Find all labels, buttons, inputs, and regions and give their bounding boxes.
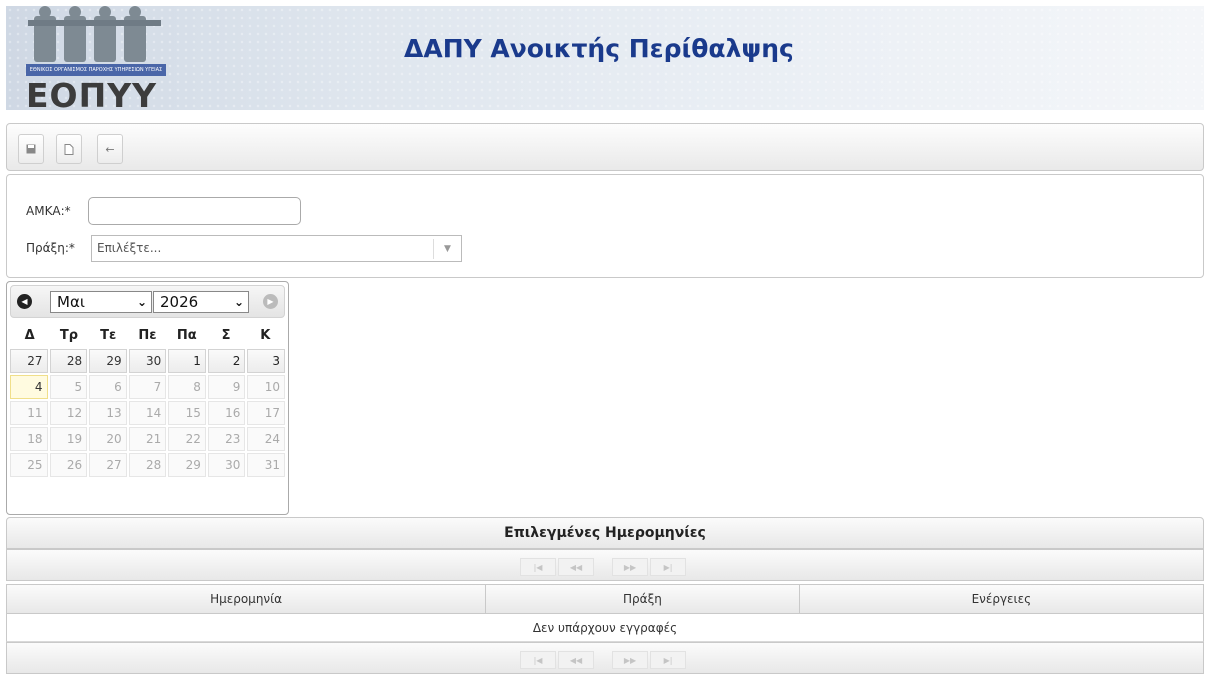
- amka-label: ΑΜΚΑ:*: [26, 204, 71, 218]
- praxi-label: Πράξη:*: [26, 241, 75, 255]
- next-page-icon[interactable]: ▶▶: [612, 651, 648, 669]
- calendar-day[interactable]: 19: [49, 427, 88, 451]
- calendar-day[interactable]: 12: [49, 401, 88, 425]
- weekday-label: Τε: [100, 328, 117, 343]
- month-value: Μαι: [57, 293, 85, 311]
- calendar-header: ◀ Μαι ⌄ 2026 ⌄ ▶: [10, 285, 285, 318]
- prev-month-icon[interactable]: ◀: [17, 294, 32, 309]
- next-month-icon[interactable]: ▶: [263, 294, 278, 309]
- calendar-day[interactable]: 29: [168, 453, 206, 477]
- calendar-day[interactable]: 1: [168, 349, 206, 373]
- month-select[interactable]: Μαι ⌄: [50, 291, 152, 313]
- calendar-day[interactable]: 20: [89, 427, 127, 451]
- grid-columns: Ημερομηνία Πράξη Ενέργειες: [6, 584, 1204, 614]
- bottom-pager: |◀ ◀◀ ▶▶ ▶|: [6, 642, 1204, 674]
- new-document-icon: [64, 143, 74, 155]
- last-page-icon[interactable]: ▶|: [650, 558, 686, 576]
- calendar-day[interactable]: 23: [207, 427, 246, 451]
- chevron-down-icon: ⌄: [136, 295, 147, 309]
- calendar-day[interactable]: 8: [168, 375, 206, 399]
- year-value: 2026: [160, 293, 199, 311]
- calendar-day[interactable]: 30: [128, 349, 167, 373]
- empty-message: Δεν υπάρχουν εγγραφές: [6, 614, 1204, 642]
- new-button[interactable]: [56, 134, 82, 164]
- calendar-day[interactable]: 6: [89, 375, 127, 399]
- calendar-day[interactable]: 28: [128, 453, 167, 477]
- amka-input[interactable]: [88, 197, 301, 225]
- calendar-day[interactable]: 29: [89, 349, 127, 373]
- calendar-day[interactable]: 16: [207, 401, 246, 425]
- weekday-label: Κ: [260, 328, 271, 343]
- save-icon: [26, 144, 36, 154]
- last-page-icon[interactable]: ▶|: [650, 651, 686, 669]
- day-grid: 27 28 29 30 1 2 3 4 5 6 7 8 9 10 11 12 13 14 15 16 17 18 19 20 2…: [10, 349, 285, 477]
- calendar-day[interactable]: 30: [207, 453, 246, 477]
- calendar-day[interactable]: 9: [207, 375, 246, 399]
- first-page-icon[interactable]: |◀: [520, 558, 556, 576]
- calendar-day[interactable]: 7: [128, 375, 167, 399]
- column-actions[interactable]: Ενέργειες: [800, 585, 1203, 613]
- form-panel: ΑΜΚΑ:* Πράξη:* Επιλέξτε... ▼: [6, 174, 1204, 278]
- calendar-day[interactable]: 21: [128, 427, 167, 451]
- praxi-select[interactable]: Επιλέξτε... ▼: [91, 235, 462, 262]
- weekday-label: Τρ: [59, 328, 79, 343]
- calendar-day[interactable]: 31: [247, 453, 285, 477]
- toolbar: ←: [6, 123, 1204, 171]
- column-praxi[interactable]: Πράξη: [486, 585, 800, 613]
- calendar-day[interactable]: 27: [10, 349, 48, 373]
- chevron-down-icon: ⌄: [233, 295, 244, 309]
- weekday-header: Δ Τρ Τε Πε Πα Σ Κ: [10, 326, 285, 349]
- year-select[interactable]: 2026 ⌄: [153, 291, 249, 313]
- back-arrow-icon: ←: [105, 142, 115, 156]
- back-button[interactable]: ←: [97, 134, 123, 164]
- calendar-day[interactable]: 5: [49, 375, 88, 399]
- prev-page-icon[interactable]: ◀◀: [558, 558, 594, 576]
- calendar-day[interactable]: 26: [49, 453, 88, 477]
- calendar-day[interactable]: 17: [247, 401, 285, 425]
- calendar-day[interactable]: 14: [128, 401, 167, 425]
- top-pager: |◀ ◀◀ ▶▶ ▶|: [6, 549, 1204, 581]
- calendar-day[interactable]: 22: [168, 427, 206, 451]
- column-date[interactable]: Ημερομηνία: [7, 585, 487, 613]
- calendar: ◀ Μαι ⌄ 2026 ⌄ ▶ Δ Τρ Τε Πε Πα Σ Κ 27 28 29 30 1 2 3…: [6, 281, 289, 515]
- weekday-label: Πα: [176, 328, 197, 343]
- calendar-day[interactable]: 10: [247, 375, 285, 399]
- calendar-day[interactable]: 4: [10, 375, 48, 399]
- calendar-day[interactable]: 2: [207, 349, 246, 373]
- logo-strip: ΕΘΝΙΚΟΣ ΟΡΓΑΝΙΣΜΟΣ ΠΑΡΟΧΗΣ ΥΠΗΡΕΣΙΩΝ ΥΓΕ…: [26, 64, 166, 76]
- calendar-day[interactable]: 13: [89, 401, 127, 425]
- weekday-label: Δ: [24, 328, 35, 343]
- calendar-day[interactable]: 28: [49, 349, 88, 373]
- calendar-day[interactable]: 15: [168, 401, 206, 425]
- grid-title: Επιλεγμένες Ημερομηνίες: [6, 517, 1204, 549]
- praxi-placeholder: Επιλέξτε...: [97, 241, 162, 255]
- chevron-down-icon[interactable]: ▼: [433, 239, 461, 259]
- app-header: ΕΘΝΙΚΟΣ ΟΡΓΑΝΙΣΜΟΣ ΠΑΡΟΧΗΣ ΥΠΗΡΕΣΙΩΝ ΥΓΕ…: [6, 6, 1204, 110]
- next-page-icon[interactable]: ▶▶: [612, 558, 648, 576]
- calendar-day[interactable]: 27: [89, 453, 127, 477]
- prev-page-icon[interactable]: ◀◀: [558, 651, 594, 669]
- calendar-day[interactable]: 11: [10, 401, 48, 425]
- first-page-icon[interactable]: |◀: [520, 651, 556, 669]
- calendar-day[interactable]: 25: [10, 453, 48, 477]
- save-button[interactable]: [18, 134, 44, 164]
- logo-text: ΕΟΠΥΥ: [26, 76, 158, 110]
- calendar-day[interactable]: 18: [10, 427, 48, 451]
- calendar-day[interactable]: 24: [247, 427, 285, 451]
- weekday-label: Σ: [221, 328, 231, 343]
- page-title: ΔΑΠΥ Ανοικτής Περίθαλψης: [404, 34, 794, 63]
- weekday-label: Πε: [138, 328, 157, 343]
- calendar-day[interactable]: 3: [247, 349, 285, 373]
